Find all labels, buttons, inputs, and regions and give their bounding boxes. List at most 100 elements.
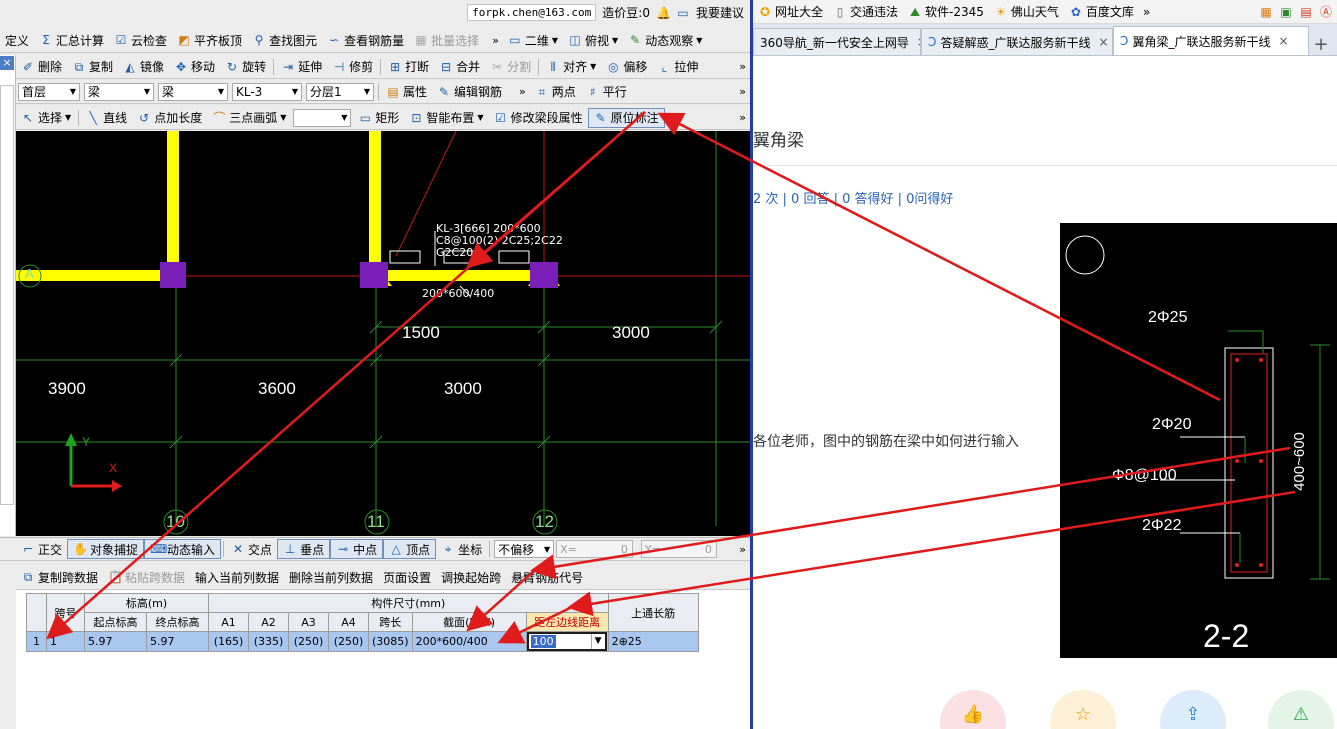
two-point-button[interactable]: ⌗ 两点 <box>530 82 581 102</box>
delete-column-button[interactable]: 删除当前列数据 <box>284 567 378 587</box>
cell-a1[interactable]: (165) <box>208 631 249 652</box>
layer-select[interactable]: 分层1 ▼ <box>306 82 374 101</box>
in-place-annotation-button[interactable]: ✎ 原位标注 <box>587 107 665 128</box>
y-offset-input[interactable]: Y= 0 <box>640 540 717 558</box>
offset-mode-select[interactable]: 不偏移 ▼ <box>494 540 555 558</box>
view-rebar-button[interactable]: ∽ 查看钢筋量 <box>322 30 409 50</box>
feedback-icon[interactable]: ▭ <box>676 6 690 20</box>
midpoint-snap[interactable]: ⊸ 中点 <box>330 539 384 559</box>
define-button[interactable]: 定义 <box>0 30 34 50</box>
cell-left-offset[interactable]: 100 ▼ <box>525 631 609 652</box>
vertex-snap[interactable]: △ 顶点 <box>383 539 437 559</box>
cantilever-code-button[interactable]: 悬臂钢筋代号 <box>506 567 588 587</box>
dynamic-input-toggle[interactable]: ⌨ 动态输入 <box>144 539 222 559</box>
cell-span-length[interactable]: (3085) <box>368 631 413 652</box>
feedback-link[interactable]: 我要建议 <box>696 4 744 21</box>
browser-tab[interactable]: 360导航_新一代安全上网导× <box>753 28 921 55</box>
offset-button[interactable]: ◎ 偏移 <box>601 57 652 77</box>
apps-grid-icon[interactable]: ▦ <box>1259 5 1273 19</box>
account-email[interactable]: forpk.chen@163.com <box>467 4 597 21</box>
three-point-arc-button[interactable]: ⌒ 三点画弧 ▼ <box>207 108 291 128</box>
cell-a4[interactable]: (250) <box>328 631 369 652</box>
delete-button[interactable]: ✐ 删除 <box>16 57 67 77</box>
cell-a3[interactable]: (250) <box>288 631 329 652</box>
rectangle-button[interactable]: ▭ 矩形 <box>353 108 404 128</box>
bookmark-item[interactable]: ⛰ 软件-2345 <box>903 3 989 20</box>
edit-rebar-button[interactable]: ✎ 编辑钢筋 <box>432 82 507 102</box>
close-icon[interactable]: × <box>1098 35 1108 49</box>
report-button[interactable]: ⚠ <box>1268 690 1334 729</box>
object-snap-toggle[interactable]: ✋ 对象捕捉 <box>67 539 145 559</box>
question-stats[interactable]: 2 次 | 0 回答 | 0 答得好 | 0问得好 <box>753 188 953 207</box>
split-button[interactable]: ✂ 分割 <box>485 57 536 77</box>
select-tool-button[interactable]: ↖ 选择 ▼ <box>16 108 76 128</box>
bookmark-item[interactable]: ✿ 百度文库 <box>1064 3 1139 20</box>
parallel-button[interactable]: ♯ 平行 <box>581 82 632 102</box>
left-offset-combo[interactable]: 100 ▼ <box>526 632 607 651</box>
cell-start-elev[interactable]: 5.97 <box>84 631 147 652</box>
bookmark-item[interactable]: ✪ 网址大全 <box>753 3 828 20</box>
new-tab-icon[interactable]: + <box>1309 34 1333 55</box>
cell-span[interactable]: 1 <box>46 631 85 652</box>
break-button[interactable]: ⊞ 打断 <box>383 57 434 77</box>
drawing-canvas[interactable]: A 10 11 12 3900 3600 3000 1500 3000 KL-3… <box>16 131 750 536</box>
x-offset-input[interactable]: X= 0 <box>556 540 633 558</box>
subtype-select[interactable]: 梁 ▼ <box>158 82 228 101</box>
close-icon[interactable]: × <box>1278 34 1288 48</box>
share-button[interactable]: ⇪ <box>1160 690 1226 729</box>
ad-icon[interactable]: Ⓐ <box>1319 5 1333 19</box>
more-chevron-icon[interactable]: » <box>488 34 503 47</box>
bell-icon[interactable]: 🔔 <box>656 6 671 20</box>
more-chevron-icon[interactable]: » <box>735 60 750 73</box>
move-button[interactable]: ✥ 移动 <box>169 57 220 77</box>
bookmark-item[interactable]: ▯ 交通违法 <box>828 3 903 20</box>
smart-layout-button[interactable]: ⊡ 智能布置 ▼ <box>404 108 488 128</box>
intersection-snap[interactable]: ✕ 交点 <box>226 539 277 559</box>
type-select[interactable]: 梁 ▼ <box>84 82 154 101</box>
cell-section[interactable]: 200*600/400 <box>411 631 527 652</box>
copy-button[interactable]: ⧉ 复制 <box>67 57 118 77</box>
browser-tab[interactable]: Ↄ 答疑解惑_广联达服务新干线 × <box>921 28 1113 55</box>
table-row[interactable]: 1 1 5.97 5.97 (165) (335) (250) (250) (3… <box>26 631 699 652</box>
mirror-button[interactable]: ◭ 镜像 <box>118 57 169 77</box>
summary-calc-button[interactable]: Σ 汇总计算 <box>34 30 109 50</box>
merge-button[interactable]: ⊟ 合并 <box>434 57 485 77</box>
swap-start-span-button[interactable]: 调换起始跨 <box>436 567 506 587</box>
browser-tab-active[interactable]: Ↄ 翼角梁_广联达服务新干线 × <box>1113 26 1309 55</box>
bag-icon[interactable]: ▤ <box>1299 5 1313 19</box>
book-icon[interactable]: ▣ <box>1279 5 1293 19</box>
paste-span-data-button[interactable]: 📋 粘贴跨数据 <box>103 567 190 587</box>
left-offset-value[interactable]: 100 <box>530 635 556 648</box>
perpendicular-snap[interactable]: ⊥ 垂点 <box>277 539 331 559</box>
point-length-button[interactable]: ↺ 点加长度 <box>132 108 207 128</box>
more-chevron-icon[interactable]: » <box>735 111 750 124</box>
align-button[interactable]: ⫴ 对齐 ▼ <box>541 57 601 77</box>
modify-span-button[interactable]: ☑ 修改梁段属性 <box>489 108 588 128</box>
2d-view-dropdown[interactable]: ▭ 二维 ▼ <box>503 30 563 50</box>
cell-end-elev[interactable]: 5.97 <box>146 631 209 652</box>
close-icon[interactable]: × <box>0 56 14 70</box>
page-setup-button[interactable]: 页面设置 <box>378 567 436 587</box>
find-element-button[interactable]: ⚲ 查找图元 <box>247 30 322 50</box>
bookmark-item[interactable]: ☀ 佛山天气 <box>989 3 1064 20</box>
extend-button[interactable]: ⇥ 延伸 <box>276 57 327 77</box>
copy-span-data-button[interactable]: ⧉ 复制跨数据 <box>16 567 103 587</box>
line-tool-button[interactable]: ╲ 直线 <box>81 108 132 128</box>
batch-select-button[interactable]: ▦ 批量选择 <box>409 30 484 50</box>
floor-select[interactable]: 首层 ▼ <box>18 82 80 101</box>
more-chevron-icon[interactable]: » <box>735 85 750 98</box>
like-button[interactable]: 👍 <box>940 690 1006 729</box>
rotate-button[interactable]: ↻ 旋转 <box>220 57 271 77</box>
dynamic-view-button[interactable]: ✎ 动态观察 ▼ <box>623 30 707 50</box>
favorite-button[interactable]: ☆ <box>1050 690 1116 729</box>
row-number[interactable]: 1 <box>26 631 47 652</box>
arc-mode-select[interactable]: ▼ <box>293 108 352 127</box>
trim-button[interactable]: ⊣ 修剪 <box>327 57 378 77</box>
more-chevron-icon[interactable]: » <box>1139 5 1154 19</box>
cloud-check-button[interactable]: ☑ 云检查 <box>109 30 172 50</box>
top-view-dropdown[interactable]: ◫ 俯视 ▼ <box>563 30 623 50</box>
stretch-button[interactable]: ⌞ 拉伸 <box>652 57 703 77</box>
input-column-button[interactable]: 输入当前列数据 <box>190 567 284 587</box>
cell-a2[interactable]: (335) <box>248 631 289 652</box>
align-slab-top-button[interactable]: ◩ 平齐板顶 <box>172 30 247 50</box>
